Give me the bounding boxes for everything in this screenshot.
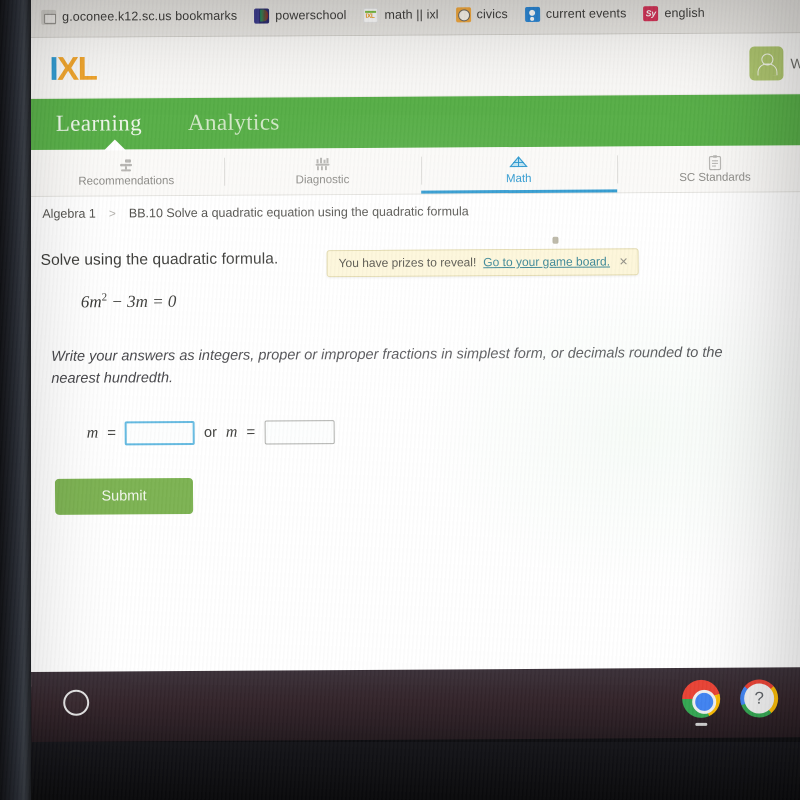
breadcrumb: Algebra 1 > BB.10 Solve a quadratic equa… <box>28 192 800 230</box>
laptop-bezel-left <box>0 0 31 800</box>
bookmark-label: powerschool <box>275 8 347 23</box>
help-icon[interactable] <box>740 679 779 718</box>
user-name-label: W <box>790 55 800 72</box>
breadcrumb-separator: > <box>108 205 116 221</box>
equation-rest: − 3 <box>107 291 136 312</box>
answer-input-2[interactable] <box>264 419 335 445</box>
syllabus-icon: Sy <box>643 5 659 21</box>
equation-coefficient: 6 <box>80 292 90 312</box>
equation-variable: m <box>89 292 102 312</box>
tab-diagnostic[interactable]: Diagnostic <box>224 148 421 195</box>
user-avatar-icon[interactable] <box>749 46 784 81</box>
bookmarks-bar: g.oconee.k12.sc.us bookmarks powerschool… <box>27 0 800 38</box>
breadcrumb-skill: BB.10 Solve a quadratic equation using t… <box>128 203 469 220</box>
prize-message: You have prizes to reveal! <box>338 255 477 271</box>
equation-variable-2: m <box>135 291 148 311</box>
bookmark-item-3[interactable]: civics <box>455 6 508 22</box>
primary-nav: Learning Analytics <box>27 94 800 151</box>
bookmark-item-0[interactable]: g.oconee.k12.sc.us bookmarks <box>41 8 238 25</box>
chromeos-shelf <box>31 667 800 742</box>
answer-label-1: m <box>86 424 99 442</box>
bookmark-item-4[interactable]: current events <box>524 6 627 22</box>
or-separator: or <box>203 424 217 441</box>
powerschool-icon <box>254 8 270 24</box>
civics-icon <box>455 6 471 22</box>
tab-math[interactable]: Math <box>420 146 617 193</box>
answer-format-note: Write your answers as integers, proper o… <box>51 344 723 387</box>
recommendations-icon <box>115 157 137 174</box>
bookmark-item-5[interactable]: Sy english <box>643 5 705 21</box>
diagnostic-icon <box>311 156 333 173</box>
shelf-app-icons <box>682 679 779 726</box>
ixl-icon <box>363 7 379 23</box>
game-board-link[interactable]: Go to your game board. <box>483 254 610 269</box>
close-icon[interactable]: ✕ <box>617 255 628 268</box>
toast-pointer-dot <box>552 236 559 244</box>
bookmark-label: current events <box>545 6 627 21</box>
bookmark-item-1[interactable]: powerschool <box>254 8 347 24</box>
logo-letter-x: X <box>56 49 78 87</box>
equals-sign-2: = <box>246 423 256 441</box>
secondary-tabs: Recommendations Diagnostic Math SC Stand… <box>27 145 800 197</box>
nav-item-analytics[interactable]: Analytics <box>188 109 280 138</box>
ixl-header: IXL W <box>27 33 800 99</box>
launcher-circle-icon[interactable] <box>63 689 90 716</box>
tab-sc-standards[interactable]: SC Standards <box>617 145 800 192</box>
nav-item-learning[interactable]: Learning <box>56 110 142 139</box>
header-right-group: W <box>749 46 800 81</box>
folder-icon <box>41 9 57 25</box>
question-area: You have prizes to reveal! Go to your ga… <box>28 225 800 686</box>
laptop-bezel-bottom <box>0 742 800 800</box>
chrome-active-indicator <box>695 722 708 726</box>
prize-notification-toast: You have prizes to reveal! Go to your ga… <box>326 248 639 278</box>
tab-label: Math <box>505 172 532 186</box>
browser-window: g.oconee.k12.sc.us bookmarks powerschool… <box>27 0 800 687</box>
math-diamond-icon <box>508 155 530 172</box>
bookmark-label: math || ixl <box>384 7 439 22</box>
bookmark-item-2[interactable]: math || ixl <box>363 7 439 23</box>
tab-label: Diagnostic <box>295 174 350 187</box>
bookmark-label: g.oconee.k12.sc.us bookmarks <box>62 8 238 24</box>
bookmark-label: civics <box>476 7 508 22</box>
tab-label: SC Standards <box>679 171 751 185</box>
tab-recommendations[interactable]: Recommendations <box>28 149 225 196</box>
equals-sign-1: = <box>107 424 117 442</box>
clipboard-icon <box>704 154 726 171</box>
breadcrumb-course[interactable]: Algebra 1 <box>42 206 96 220</box>
chrome-icon[interactable] <box>682 679 721 726</box>
ixl-logo[interactable]: IXL <box>49 49 97 87</box>
answer-input-1[interactable] <box>124 420 196 446</box>
laptop-screen-photo: g.oconee.k12.sc.us bookmarks powerschool… <box>0 0 800 800</box>
question-equation: 6m2 − 3m = 0 <box>29 287 800 312</box>
submit-button[interactable]: Submit <box>54 477 194 515</box>
answer-label-2: m <box>225 423 238 441</box>
person-icon <box>524 6 540 22</box>
bookmark-label: english <box>664 5 705 21</box>
answer-row: m = or m = <box>30 417 800 446</box>
logo-letter-l: L <box>77 49 97 87</box>
equation-equals: = 0 <box>147 291 177 311</box>
tab-label: Recommendations <box>78 175 175 188</box>
